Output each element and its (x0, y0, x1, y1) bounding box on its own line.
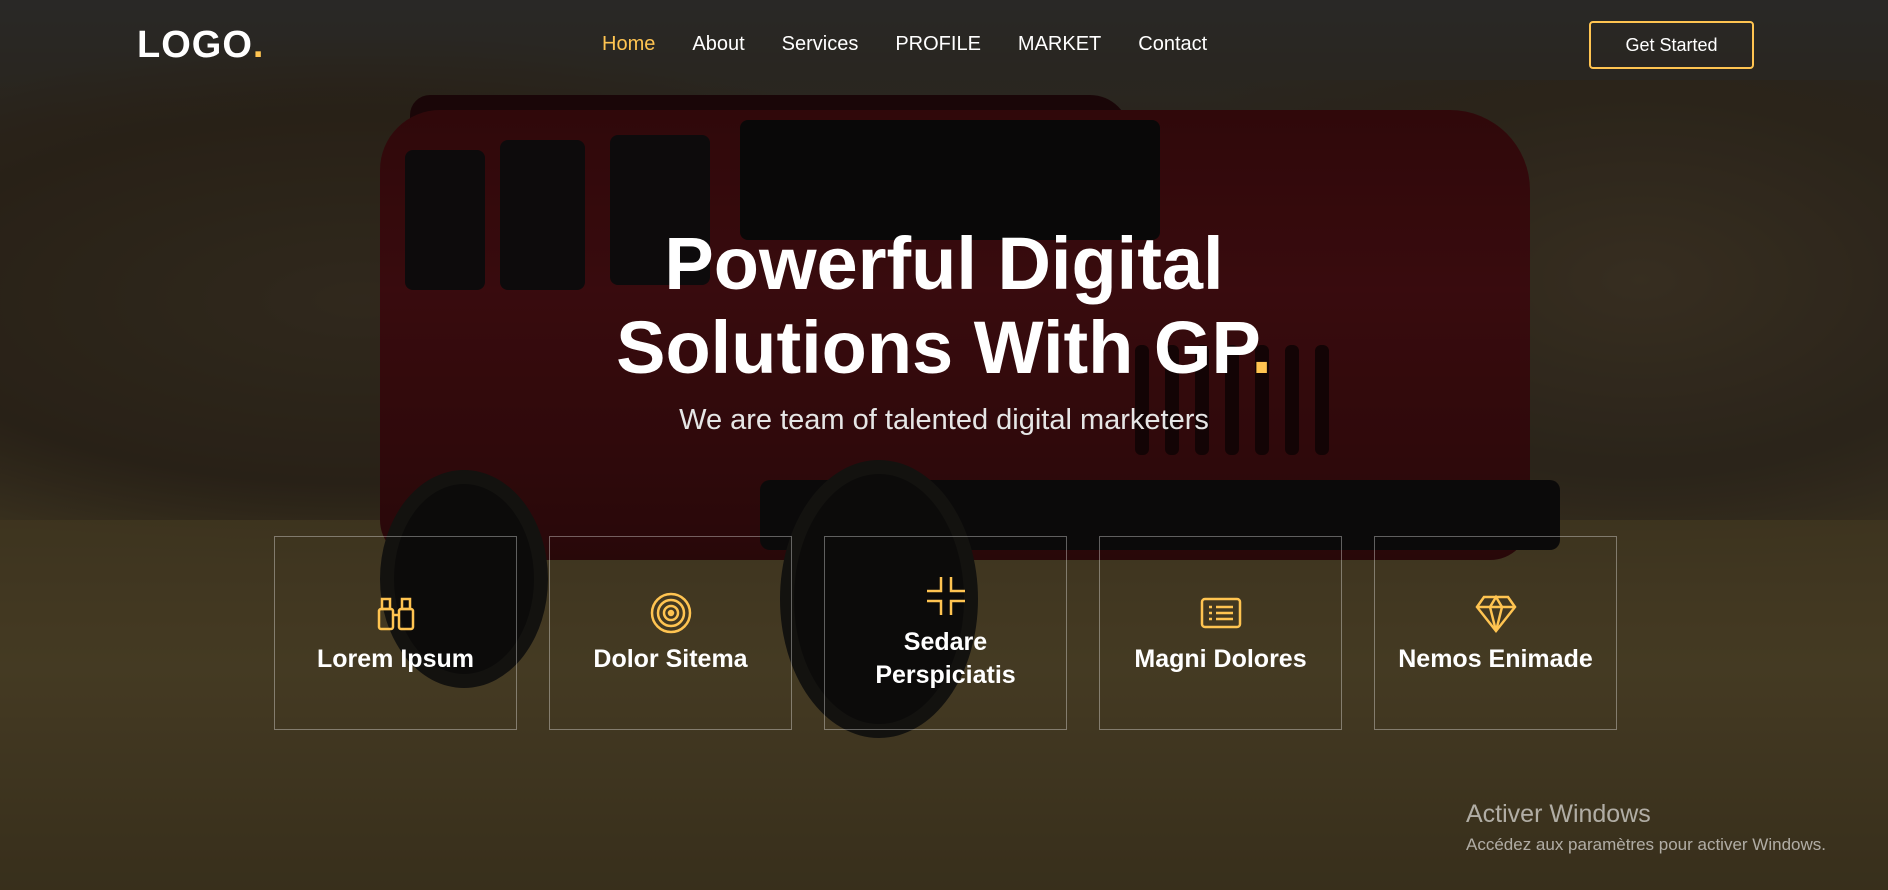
hero-subtitle: We are team of talented digital marketer… (679, 404, 1209, 436)
get-started-button[interactable]: Get Started (1589, 21, 1754, 69)
gem-icon (1474, 594, 1517, 633)
nav-home[interactable]: Home (602, 33, 655, 56)
feature-box[interactable]: Dolor Sitema (549, 536, 792, 730)
binoculars-icon (377, 597, 414, 630)
main-nav: Home About Services PROFILE MARKET Conta… (602, 33, 1244, 56)
logo[interactable]: LOGO. (137, 24, 264, 67)
feature-label: Nemos Enimade (1398, 644, 1593, 673)
target-icon (650, 592, 691, 633)
feature-label: Sedare Perspiciatis (875, 628, 1016, 689)
feature-box[interactable]: Lorem Ipsum (274, 536, 517, 730)
feature-box[interactable]: Magni Dolores (1099, 536, 1342, 730)
feature-label: Lorem Ipsum (317, 644, 474, 673)
nav-profile[interactable]: PROFILE (895, 33, 981, 56)
feature-label: Dolor Sitema (593, 644, 748, 673)
nav-contact[interactable]: Contact (1138, 33, 1207, 56)
feature-box[interactable]: Nemos Enimade (1374, 536, 1617, 730)
collapse-arrows-icon (926, 577, 965, 615)
list-icon (1200, 597, 1241, 628)
windows-activation-watermark: Activer Windows Accédez aux paramètres p… (1466, 800, 1826, 854)
nav-services[interactable]: Services (782, 33, 859, 56)
feature-box[interactable]: Sedare Perspiciatis (824, 536, 1067, 730)
hero-title: Powerful Digital Solutions With GP. (616, 222, 1272, 389)
nav-about[interactable]: About (692, 33, 744, 56)
nav-market[interactable]: MARKET (1018, 33, 1101, 56)
site-header: LOGO. Home About Services PROFILE MARKET… (0, 0, 1888, 92)
feature-label: Magni Dolores (1134, 644, 1307, 673)
hero-background (0, 0, 1888, 890)
